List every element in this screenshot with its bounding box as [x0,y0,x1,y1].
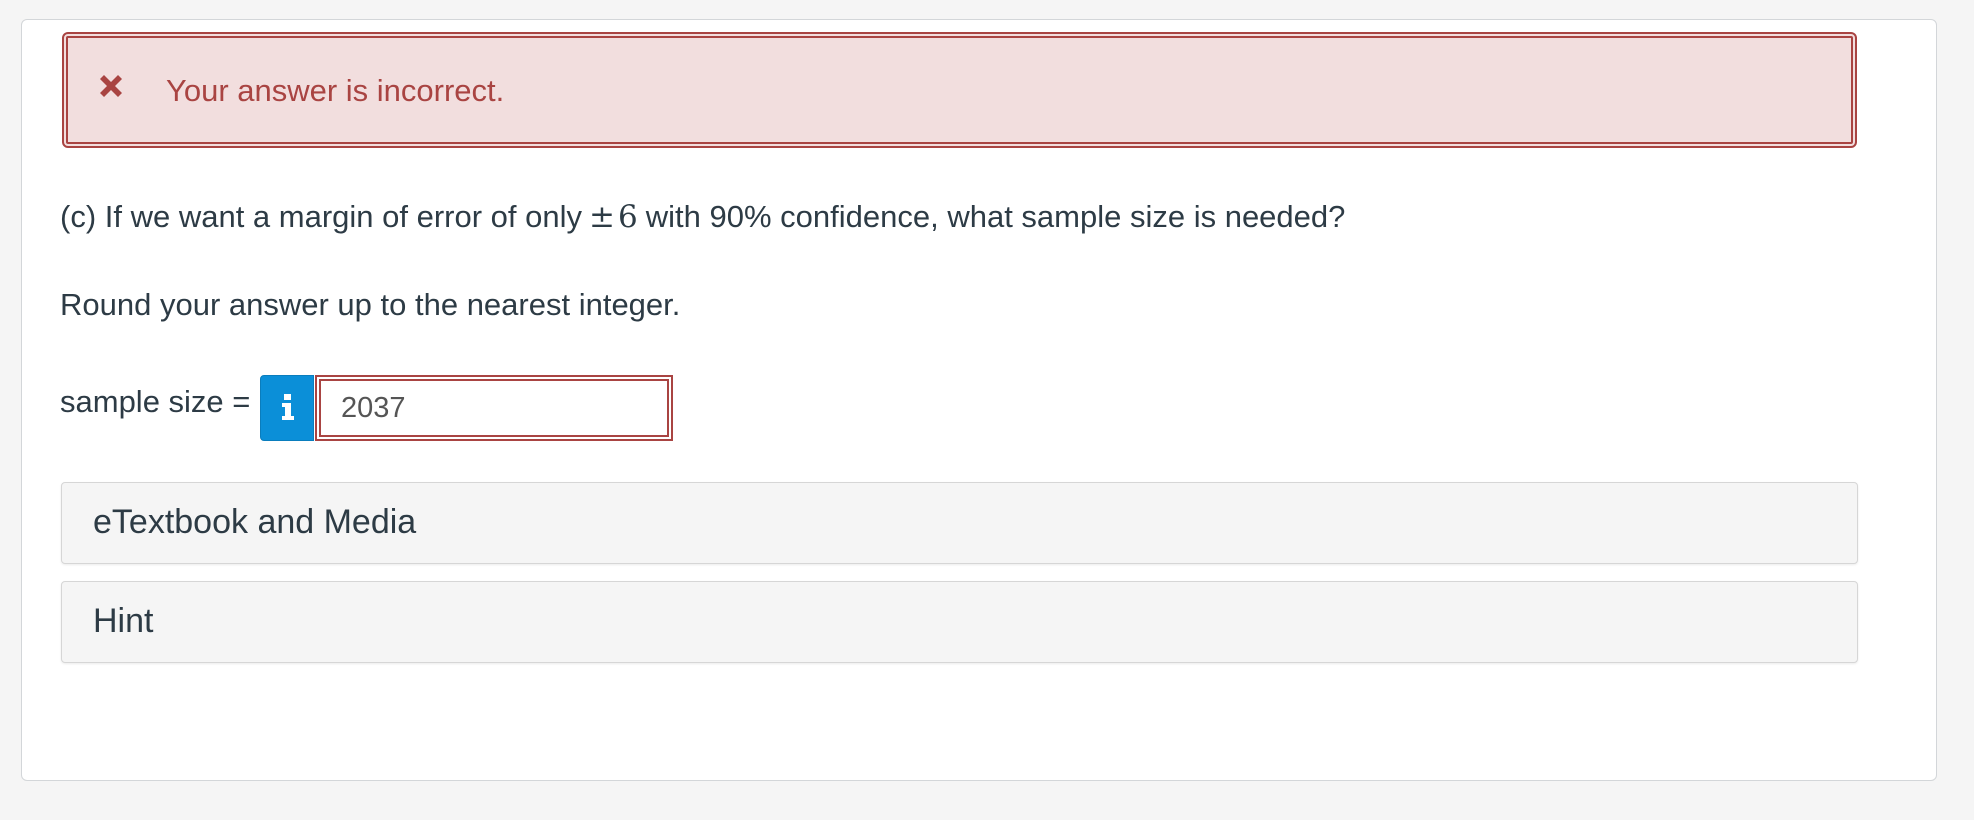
info-button[interactable] [260,375,314,441]
etextbook-label: eTextbook and Media [93,503,417,541]
alert-message: Your answer is incorrect. [166,73,505,108]
margin-value: 6 [618,199,638,235]
hint-label: Hint [93,602,154,640]
plus-minus-symbol: ± [589,199,616,235]
question-text: (c) If we want a margin of error of only… [60,199,1345,235]
question-prefix: (c) If we want a margin of error of only [60,199,583,234]
incorrect-alert: Your answer is incorrect. [62,32,1857,148]
hint-section[interactable]: Hint [61,581,1858,663]
question-suffix: with 90% confidence, what sample size is… [645,199,1346,234]
sample-size-input[interactable] [315,375,673,441]
close-icon [96,71,126,101]
info-icon [282,394,294,420]
sample-size-label: sample size = [60,384,251,419]
rounding-instruction: Round your answer up to the nearest inte… [60,287,681,322]
etextbook-and-media-section[interactable]: eTextbook and Media [61,482,1858,564]
